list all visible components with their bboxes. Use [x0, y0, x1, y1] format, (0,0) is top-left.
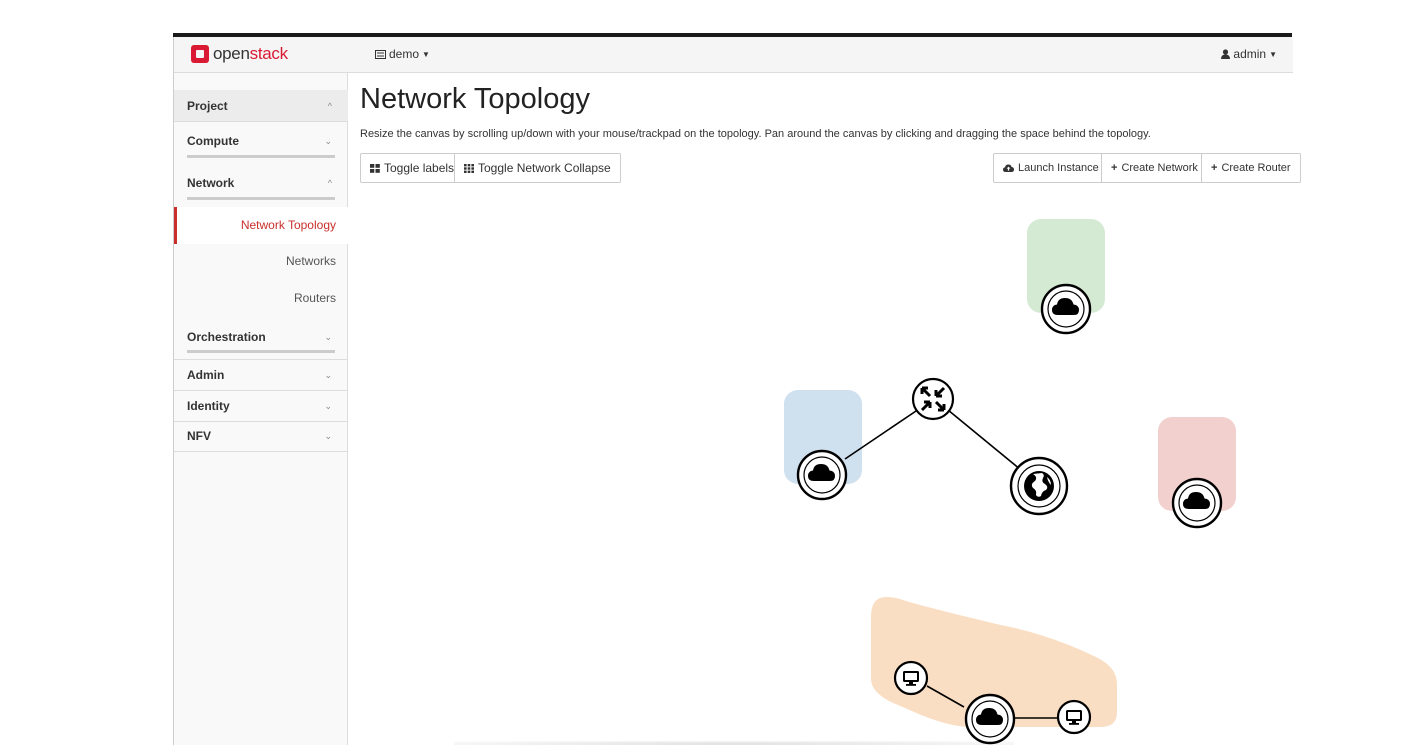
- sidebar-section-label: NFV: [187, 429, 211, 443]
- network-node-orange[interactable]: [964, 693, 1016, 745]
- chevron-down-icon: ⌄: [324, 430, 332, 441]
- create-network-button[interactable]: + Create Network: [1101, 153, 1208, 183]
- divider: [187, 197, 335, 200]
- divider: [187, 155, 335, 158]
- openstack-logo[interactable]: openstack: [191, 44, 288, 64]
- caret-down-icon: ▼: [1269, 49, 1277, 59]
- chevron-up-icon: ^: [327, 178, 332, 188]
- list-icon: [375, 49, 386, 59]
- instance-node[interactable]: [1056, 699, 1092, 735]
- user-icon: [1221, 49, 1231, 59]
- chevron-up-icon: ^: [327, 100, 332, 111]
- cloud-upload-icon: [1003, 164, 1014, 172]
- canvas-shadow: [454, 741, 1014, 745]
- button-label: Create Router: [1221, 162, 1291, 174]
- toggle-network-collapse-button[interactable]: Toggle Network Collapse: [454, 153, 621, 183]
- sidebar-section-project[interactable]: Project ^: [174, 90, 348, 121]
- project-dropdown[interactable]: demo ▼: [375, 47, 430, 61]
- sidebar-section-identity[interactable]: Identity ⌄: [174, 391, 348, 421]
- topology-canvas[interactable]: [361, 187, 1291, 745]
- sidebar-item-network-topology[interactable]: Network Topology: [174, 207, 348, 244]
- plus-icon: +: [1211, 162, 1218, 174]
- chevron-down-icon: ⌄: [324, 135, 332, 146]
- openstack-logo-icon: [191, 45, 209, 63]
- sidebar-section-nfv[interactable]: NFV ⌄: [174, 421, 348, 451]
- sidebar-section-label: Compute: [187, 134, 239, 148]
- button-label: Launch Instance: [1018, 162, 1099, 174]
- external-network-node[interactable]: [1009, 456, 1069, 516]
- user-dropdown[interactable]: admin ▼: [1221, 47, 1277, 61]
- caret-down-icon: ▼: [422, 49, 430, 59]
- sidebar-section-label: Network: [187, 176, 235, 190]
- instance-node[interactable]: [893, 660, 929, 696]
- network-node-blue[interactable]: [796, 449, 848, 501]
- horizon-dashboard: openstack demo ▼ admin ▼ Project ^ Compu…: [173, 37, 1301, 745]
- create-router-button[interactable]: + Create Router: [1201, 153, 1301, 183]
- sidebar-section-network[interactable]: Network ^: [174, 168, 348, 198]
- user-name: admin: [1233, 47, 1267, 61]
- sidebar-section-label: Admin: [187, 368, 225, 382]
- project-name: demo: [389, 47, 420, 61]
- divider: [174, 451, 348, 452]
- page-title: Network Topology: [360, 83, 590, 115]
- button-label: Toggle Network Collapse: [478, 161, 611, 175]
- sidebar-section-admin[interactable]: Admin ⌄: [174, 360, 348, 390]
- button-label: Toggle labels: [384, 161, 455, 175]
- sidebar-section-label: Orchestration: [187, 330, 266, 344]
- help-text: Resize the canvas by scrolling up/down w…: [360, 128, 1151, 140]
- globe-icon: [1024, 471, 1054, 501]
- sidebar-section-label: Project: [187, 98, 228, 113]
- th-large-icon: [370, 163, 380, 173]
- topology-svg[interactable]: [361, 187, 1291, 745]
- sidebar-section-orchestration[interactable]: Orchestration ⌄: [174, 322, 348, 352]
- divider: [187, 350, 335, 353]
- chevron-down-icon: ⌄: [324, 369, 332, 380]
- router-node[interactable]: [911, 377, 955, 421]
- toggle-labels-button[interactable]: Toggle labels: [360, 153, 465, 183]
- network-node-green[interactable]: [1040, 283, 1092, 335]
- chevron-down-icon: ⌄: [324, 400, 332, 411]
- sidebar-item-routers[interactable]: Routers: [174, 282, 348, 315]
- sidebar-item-networks[interactable]: Networks: [174, 245, 348, 278]
- th-icon: [464, 163, 474, 173]
- divider: [174, 121, 348, 122]
- link-line: [947, 409, 1022, 471]
- plus-icon: +: [1111, 162, 1118, 174]
- sidebar: Project ^ Compute ⌄ Network ^ Network To…: [174, 73, 348, 745]
- brand-text: openstack: [213, 44, 288, 63]
- button-label: Create Network: [1121, 162, 1198, 174]
- chevron-down-icon: ⌄: [324, 331, 332, 342]
- sidebar-section-compute[interactable]: Compute ⌄: [174, 126, 348, 156]
- launch-instance-button[interactable]: Launch Instance: [993, 153, 1109, 183]
- sidebar-section-label: Identity: [187, 399, 230, 413]
- top-navbar: openstack demo ▼ admin ▼: [174, 37, 1293, 73]
- network-node-red[interactable]: [1171, 477, 1223, 529]
